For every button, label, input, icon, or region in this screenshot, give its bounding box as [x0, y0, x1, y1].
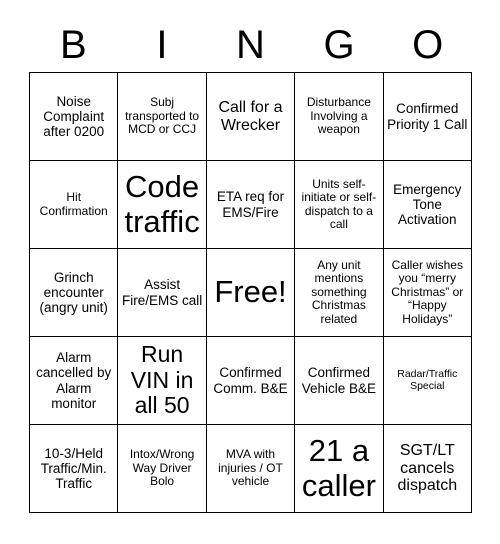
bingo-cell-text: Call for a Wrecker — [218, 98, 283, 134]
bingo-cell-text: Intox/Wrong Way Driver Bolo — [129, 447, 195, 489]
bingo-cell-text: Caller wishes you “merry Christmas” or “… — [391, 257, 464, 326]
bingo-header-letter-n: N — [236, 23, 265, 67]
bingo-cell-n4[interactable]: Confirmed Comm. B&E — [206, 337, 296, 425]
bingo-cell-i2[interactable]: Code traffic — [118, 161, 207, 249]
bingo-cell-g4[interactable]: Confirmed Vehicle B&E — [295, 337, 384, 425]
bingo-cell-text: Hit Confirmation — [39, 190, 108, 218]
bingo-cell-text: Run VIN in all 50 — [130, 340, 194, 419]
bingo-cell-text: 21 a caller — [301, 432, 376, 503]
bingo-cell-text: Assist Fire/EMS call — [121, 277, 203, 308]
bingo-cell-n1[interactable]: Call for a Wrecker — [206, 73, 296, 161]
bingo-cell-o2[interactable]: Emergency Tone Activation — [383, 161, 472, 249]
bingo-card: B I N G O Noise Complaint after 0200 Sub… — [29, 18, 472, 513]
bingo-cell-o5[interactable]: SGT/LT cancels dispatch — [383, 425, 472, 513]
bingo-cell-text: MVA with injuries / OT vehicle — [218, 447, 283, 489]
bingo-cell-i1[interactable]: Subj transported to MCD or CCJ — [118, 73, 207, 161]
bingo-cell-text: Confirmed Vehicle B&E — [301, 365, 377, 396]
bingo-cell-text: 10-3/Held Traffic/Min. Traffic — [40, 445, 107, 492]
bingo-cell-n5[interactable]: MVA with injuries / OT vehicle — [206, 425, 296, 513]
bingo-cell-o4[interactable]: Radar/Traffic Special — [383, 337, 472, 425]
bingo-cell-text: Disturbance Involving a weapon — [306, 95, 371, 137]
bingo-cell-n2[interactable]: ETA req for EMS/Fire — [206, 161, 296, 249]
bingo-cell-text: Units self-initiate or self-dispatch to … — [301, 176, 377, 231]
bingo-cell-text: ETA req for EMS/Fire — [216, 189, 285, 220]
bingo-cell-g3[interactable]: Any unit mentions something Christmas re… — [295, 249, 384, 337]
bingo-cell-b4[interactable]: Alarm cancelled by Alarm monitor — [30, 337, 119, 425]
bingo-header-row: B I N G O — [29, 18, 472, 72]
bingo-grid: Noise Complaint after 0200 Subj transpor… — [29, 72, 472, 513]
bingo-header-letter-b: B — [59, 23, 87, 67]
bingo-cell-o1[interactable]: Confirmed Priority 1 Call — [383, 73, 472, 161]
bingo-cell-o3[interactable]: Caller wishes you “merry Christmas” or “… — [383, 249, 472, 337]
bingo-cell-text: Radar/Traffic Special — [397, 367, 458, 392]
bingo-cell-text: Subj transported to MCD or CCJ — [125, 95, 200, 137]
bingo-cell-i5[interactable]: Intox/Wrong Way Driver Bolo — [118, 425, 207, 513]
bingo-cell-text: Confirmed Comm. B&E — [213, 365, 288, 396]
bingo-free-space-label: Free! — [214, 274, 287, 310]
bingo-cell-g1[interactable]: Disturbance Involving a weapon — [295, 73, 384, 161]
bingo-cell-text: SGT/LT cancels dispatch — [397, 441, 458, 495]
bingo-cell-text: Confirmed Priority 1 Call — [387, 101, 468, 132]
bingo-header-letter-o: O — [412, 23, 444, 67]
bingo-cell-b3[interactable]: Grinch encounter (angry unit) — [30, 249, 119, 337]
bingo-cell-b5[interactable]: 10-3/Held Traffic/Min. Traffic — [30, 425, 119, 513]
bingo-cell-text: Noise Complaint after 0200 — [43, 93, 105, 140]
bingo-cell-g2[interactable]: Units self-initiate or self-dispatch to … — [295, 161, 384, 249]
bingo-cell-text: Any unit mentions something Christmas re… — [311, 257, 367, 326]
bingo-header-letter-i: I — [156, 23, 168, 67]
bingo-cell-text: Emergency Tone Activation — [393, 181, 462, 228]
bingo-cell-text: Code traffic — [124, 168, 200, 239]
bingo-cell-text: Alarm cancelled by Alarm monitor — [36, 350, 112, 411]
bingo-cell-g5[interactable]: 21 a caller — [295, 425, 384, 513]
bingo-cell-i4[interactable]: Run VIN in all 50 — [118, 337, 207, 425]
bingo-cell-i3[interactable]: Assist Fire/EMS call — [118, 249, 207, 337]
bingo-cell-b2[interactable]: Hit Confirmation — [30, 161, 119, 249]
bingo-cell-text: Grinch encounter (angry unit) — [39, 269, 108, 316]
bingo-cell-b1[interactable]: Noise Complaint after 0200 — [30, 73, 119, 161]
bingo-cell-free-space[interactable]: Free! — [206, 249, 296, 337]
bingo-header-letter-g: G — [323, 23, 355, 67]
